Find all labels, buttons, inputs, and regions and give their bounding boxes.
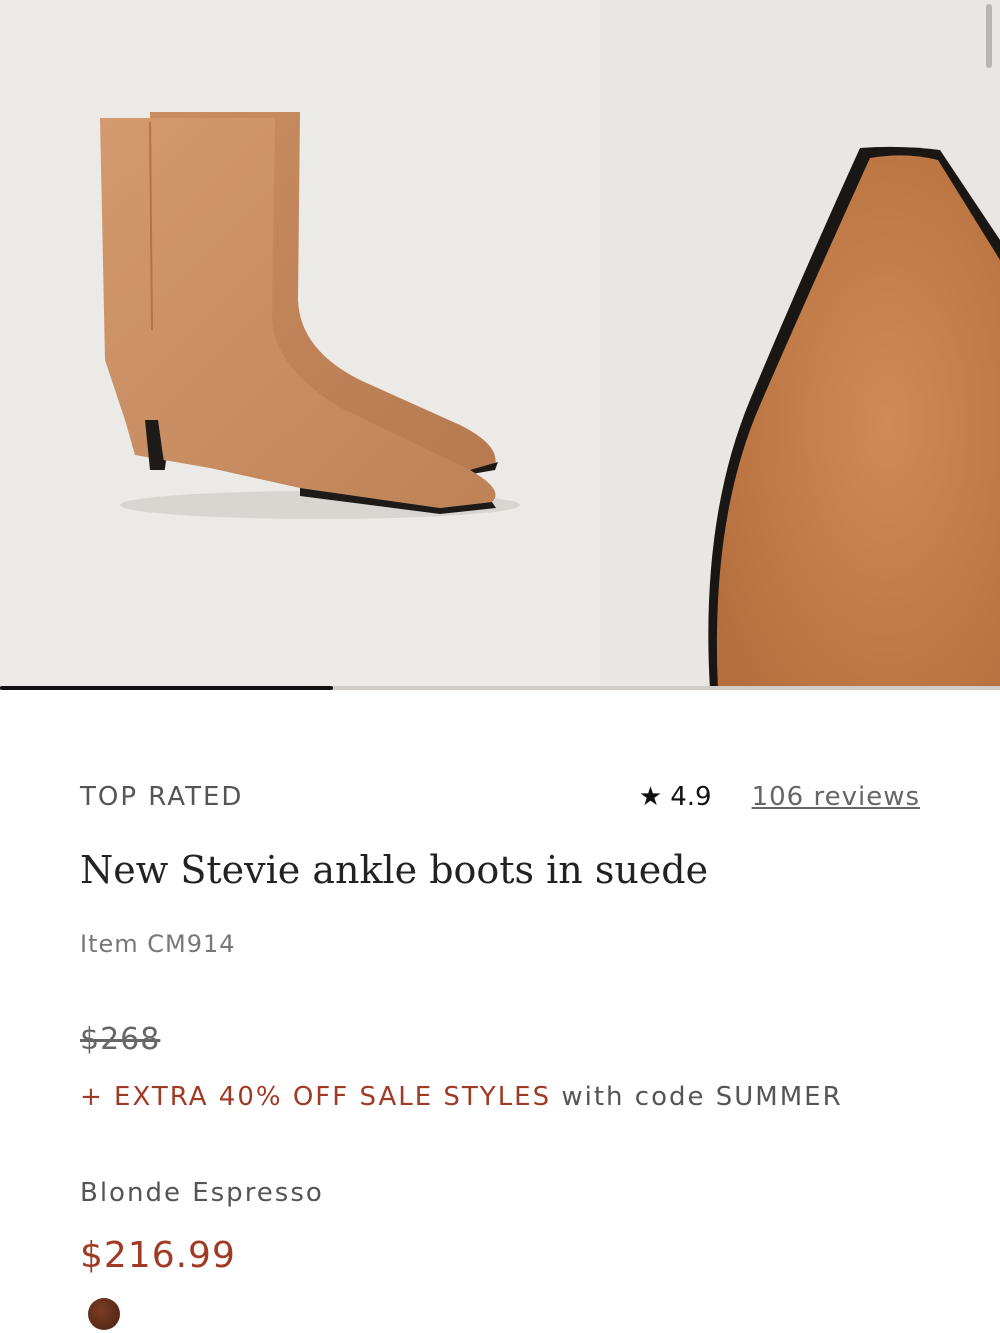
scrollbar-thumb[interactable] bbox=[986, 4, 992, 68]
product-image-gallery[interactable] bbox=[0, 0, 1000, 690]
color-swatch-blonde-espresso[interactable] bbox=[88, 1298, 120, 1330]
boot-toe-closeup-image bbox=[708, 146, 1000, 690]
promo-code-text: with code SUMMER bbox=[551, 1082, 843, 1112]
product-title: New Stevie ankle boots in suede bbox=[80, 848, 709, 892]
selected-color-name: Blonde Espresso bbox=[80, 1178, 324, 1208]
boots-image bbox=[100, 112, 520, 519]
top-rated-badge: TOP RATED bbox=[80, 782, 244, 812]
product-image-main[interactable] bbox=[0, 0, 600, 690]
star-icon: ★ bbox=[638, 782, 663, 812]
product-image-next[interactable] bbox=[600, 0, 1000, 690]
promo-offer: + EXTRA 40% OFF SALE STYLES bbox=[80, 1082, 552, 1112]
original-price: $268 bbox=[80, 1022, 161, 1057]
rating-value: 4.9 bbox=[670, 782, 712, 812]
promo-message: + EXTRA 40% OFF SALE STYLES with code SU… bbox=[80, 1082, 843, 1112]
rating: ★ 4.9 106 reviews bbox=[639, 782, 920, 812]
item-number: Item CM914 bbox=[80, 930, 236, 958]
product-info: TOP RATED ★ 4.9 106 reviews New Stevie a… bbox=[80, 690, 920, 1333]
sale-price: $216.99 bbox=[80, 1235, 236, 1276]
reviews-link[interactable]: 106 reviews bbox=[752, 782, 920, 812]
